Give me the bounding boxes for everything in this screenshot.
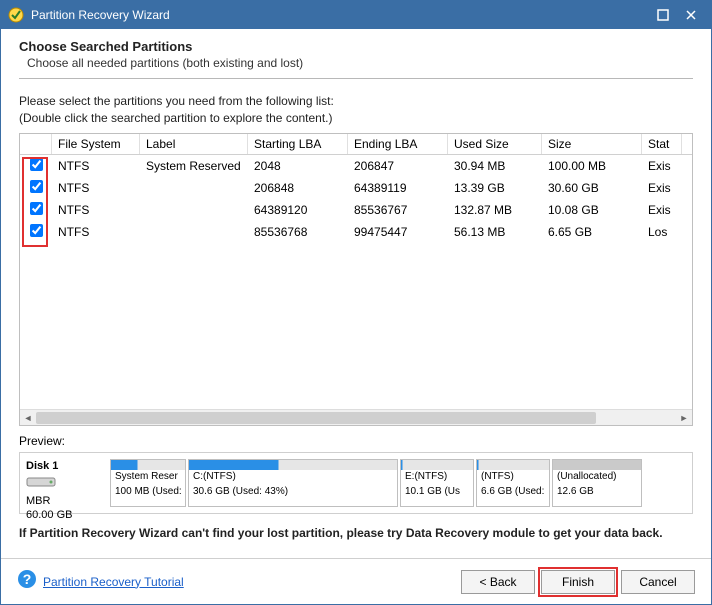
table-header: File System Label Starting LBA Ending LB… <box>20 134 692 155</box>
usage-bar <box>111 460 185 470</box>
block-title: E:(NTFS) <box>401 470 473 485</box>
cell-slba: 206848 <box>248 181 348 195</box>
row-checkbox[interactable] <box>30 224 43 237</box>
instruction-text: Please select the partitions you need fr… <box>19 93 693 127</box>
usage-bar <box>477 460 549 470</box>
col-size[interactable]: Size <box>542 134 642 154</box>
warning-text: If Partition Recovery Wizard can't find … <box>19 526 693 540</box>
cell-stat: Exis <box>642 181 682 195</box>
cell-fs: NTFS <box>52 203 140 217</box>
cell-fs: NTFS <box>52 159 140 173</box>
instruction-line-2: (Double click the searched partition to … <box>19 110 693 127</box>
cell-slba: 2048 <box>248 159 348 173</box>
block-sub: 12.6 GB <box>553 485 641 500</box>
partition-block[interactable]: E:(NTFS)10.1 GB (Us <box>400 459 474 507</box>
cell-size: 100.00 MB <box>542 159 642 173</box>
partition-block[interactable]: System Reser100 MB (Used: <box>110 459 186 507</box>
partition-block[interactable]: C:(NTFS)30.6 GB (Used: 43%) <box>188 459 398 507</box>
cell-elba: 85536767 <box>348 203 448 217</box>
preview-label: Preview: <box>19 434 693 448</box>
cell-label: System Reserved <box>140 159 248 173</box>
cell-used: 132.87 MB <box>448 203 542 217</box>
cell-slba: 85536768 <box>248 225 348 239</box>
page-subtitle: Choose all needed partitions (both exist… <box>27 56 693 70</box>
row-checkbox[interactable] <box>30 158 43 171</box>
scroll-right-icon[interactable]: ► <box>676 410 692 426</box>
block-title: C:(NTFS) <box>189 470 397 485</box>
table-row[interactable]: NTFS 2068486438911913.39 GB30.60 GBExis <box>20 177 692 199</box>
col-starting-lba[interactable]: Starting LBA <box>248 134 348 154</box>
block-title: (Unallocated) <box>553 470 641 485</box>
cell-elba: 64389119 <box>348 181 448 195</box>
col-ending-lba[interactable]: Ending LBA <box>348 134 448 154</box>
block-sub: 100 MB (Used: <box>111 485 185 500</box>
cell-stat: Exis <box>642 159 682 173</box>
row-checkbox[interactable] <box>30 202 43 215</box>
disk-size: 60.00 GB <box>26 508 106 522</box>
cell-fs: NTFS <box>52 225 140 239</box>
block-title: System Reser <box>111 470 185 485</box>
partition-block[interactable]: (Unallocated)12.6 GB <box>552 459 642 507</box>
block-sub: 30.6 GB (Used: 43%) <box>189 485 397 500</box>
partition-block[interactable]: (NTFS)6.6 GB (Used: <box>476 459 550 507</box>
cell-size: 30.60 GB <box>542 181 642 195</box>
scroll-thumb[interactable] <box>36 412 596 424</box>
cell-elba: 99475447 <box>348 225 448 239</box>
block-sub: 10.1 GB (Us <box>401 485 473 500</box>
cell-used: 56.13 MB <box>448 225 542 239</box>
disk-icon <box>26 475 56 489</box>
col-filesystem[interactable]: File System <box>52 134 140 154</box>
scroll-left-icon[interactable]: ◄ <box>20 410 36 426</box>
app-icon <box>7 6 25 24</box>
svg-text:?: ? <box>23 571 32 587</box>
table-row[interactable]: NTFS 855367689947544756.13 MB6.65 GBLos <box>20 221 692 243</box>
disk-name: Disk 1 <box>26 459 106 473</box>
block-title: (NTFS) <box>477 470 549 485</box>
cell-fs: NTFS <box>52 181 140 195</box>
table-row[interactable]: NTFS 6438912085536767132.87 MB10.08 GBExi… <box>20 199 692 221</box>
cell-stat: Los <box>642 225 682 239</box>
divider <box>19 78 693 79</box>
usage-bar <box>189 460 397 470</box>
titlebar: Partition Recovery Wizard <box>1 1 711 29</box>
instruction-line-1: Please select the partitions you need fr… <box>19 93 693 110</box>
usage-bar <box>553 460 641 470</box>
disk-info: Disk 1 MBR 60.00 GB <box>26 459 110 507</box>
horizontal-scrollbar[interactable]: ◄ ► <box>20 409 692 425</box>
cell-stat: Exis <box>642 203 682 217</box>
partition-blocks: System Reser100 MB (Used:C:(NTFS)30.6 GB… <box>110 459 686 507</box>
help-icon: ? <box>17 569 37 594</box>
block-sub: 6.6 GB (Used: <box>477 485 549 500</box>
cancel-button[interactable]: Cancel <box>621 570 695 594</box>
preview-box: Disk 1 MBR 60.00 GB System Reser100 MB (… <box>19 452 693 514</box>
col-label[interactable]: Label <box>140 134 248 154</box>
help-link-group: ? Partition Recovery Tutorial <box>17 569 184 594</box>
cell-size: 10.08 GB <box>542 203 642 217</box>
close-icon[interactable] <box>677 5 705 25</box>
row-checkbox[interactable] <box>30 180 43 193</box>
col-used-size[interactable]: Used Size <box>448 134 542 154</box>
page-title: Choose Searched Partitions <box>19 39 693 54</box>
disk-type: MBR <box>26 494 106 508</box>
footer: ? Partition Recovery Tutorial < Back Fin… <box>1 558 711 604</box>
back-button[interactable]: < Back <box>461 570 535 594</box>
maximize-icon[interactable] <box>649 5 677 25</box>
col-status[interactable]: Stat <box>642 134 682 154</box>
partitions-table: File System Label Starting LBA Ending LB… <box>19 133 693 426</box>
finish-button[interactable]: Finish <box>541 570 615 594</box>
tutorial-link[interactable]: Partition Recovery Tutorial <box>43 575 184 589</box>
cell-size: 6.65 GB <box>542 225 642 239</box>
cell-elba: 206847 <box>348 159 448 173</box>
cell-slba: 64389120 <box>248 203 348 217</box>
table-row[interactable]: NTFSSystem Reserved204820684730.94 MB100… <box>20 155 692 177</box>
cell-used: 13.39 GB <box>448 181 542 195</box>
window-title: Partition Recovery Wizard <box>31 8 649 22</box>
usage-bar <box>401 460 473 470</box>
cell-used: 30.94 MB <box>448 159 542 173</box>
col-check <box>20 134 52 154</box>
table-body[interactable]: NTFSSystem Reserved204820684730.94 MB100… <box>20 155 692 409</box>
